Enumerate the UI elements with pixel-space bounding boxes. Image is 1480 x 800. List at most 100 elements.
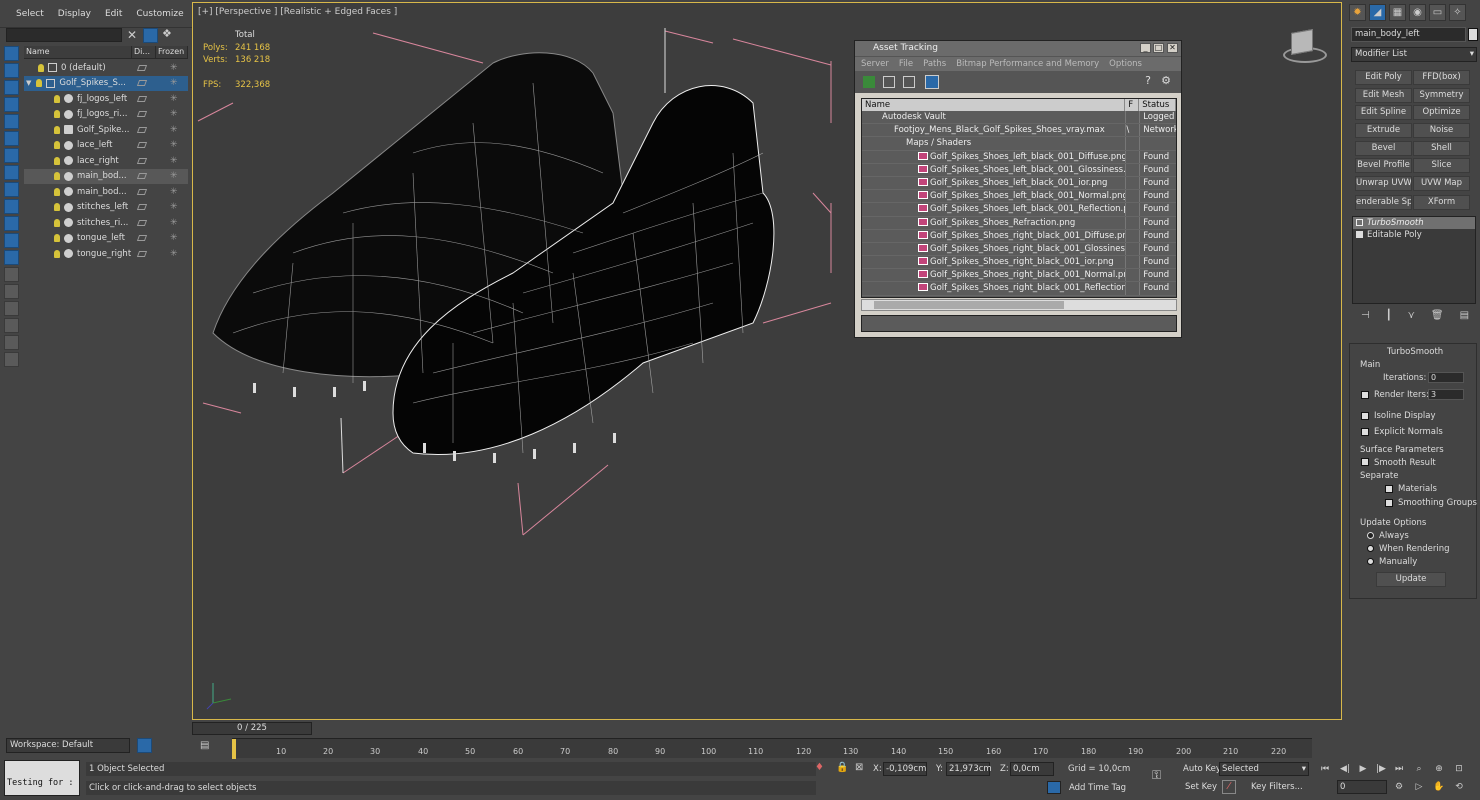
asset-row[interactable]: Golf_Spikes_Shoes_left_black_001_Glossin… (862, 163, 1176, 177)
menu-customize[interactable]: Customize (136, 9, 183, 19)
asset-row[interactable]: Golf_Spikes_Shoes_right_black_001_Normal… (862, 269, 1176, 283)
bevel-button[interactable]: Bevel (1355, 141, 1412, 156)
display-spacewarps-icon[interactable] (4, 148, 19, 163)
asset-row[interactable]: Golf_Spikes_Shoes_right_black_001_ior.pn… (862, 256, 1176, 270)
display-tab-icon[interactable]: ▭ (1429, 4, 1446, 21)
freeze-icon[interactable]: ✳ (170, 218, 178, 228)
menu-select[interactable]: Select (16, 9, 44, 19)
asset-tracking-titlebar[interactable]: Asset Tracking _ □ ✕ (855, 41, 1181, 56)
col-frozen[interactable]: Frozen (156, 46, 188, 58)
modifier-list-dropdown[interactable]: Modifier List ▾ (1351, 47, 1477, 62)
stack-item-editable-poly[interactable]: Editable Poly (1353, 229, 1475, 241)
display-geometry-icon[interactable] (4, 63, 19, 78)
object-name-field[interactable]: main_body_left (1351, 27, 1466, 42)
smoothing-groups-checkbox[interactable] (1385, 499, 1393, 507)
x-coordinate-field[interactable]: -0,109cm (883, 762, 927, 776)
stack-item-turbosmooth[interactable]: TurboSmooth (1353, 217, 1475, 229)
timeline-ruler[interactable]: 10 20 30 40 50 60 70 80 90 100 110 120 1… (232, 738, 1312, 759)
grid-view-icon[interactable] (925, 75, 939, 89)
asset-row[interactable]: Golf_Spikes_Shoes_left_black_001_ior.png… (862, 176, 1176, 191)
turbosmooth-title[interactable]: TurboSmooth (1387, 347, 1443, 357)
auto-key-button[interactable]: Auto Key (1183, 764, 1221, 774)
freeze-icon[interactable]: ✳ (170, 94, 178, 104)
menu-bitmap-performance[interactable]: Bitmap Performance and Memory (956, 57, 1099, 71)
tree-item[interactable]: stitches_ri... ✳ (24, 215, 188, 231)
asset-row[interactable]: Golf_Spikes_Shoes_Refraction.png Found (862, 216, 1176, 230)
previous-frame-icon[interactable]: ◀| (1338, 762, 1352, 776)
unwrap-uvw-button[interactable]: Unwrap UVW (1355, 176, 1412, 191)
pan-icon[interactable]: ✋ (1432, 780, 1446, 794)
menu-display[interactable]: Display (58, 9, 91, 19)
asset-row[interactable]: Golf_Spikes_Shoes_left_black_001_Diffuse… (862, 150, 1176, 164)
scene-search-input[interactable] (6, 28, 122, 42)
key-icon[interactable]: ⚿ (1152, 768, 1161, 783)
configure-sets-icon[interactable]: ▤ (1460, 310, 1469, 326)
table-view-icon[interactable] (903, 76, 915, 88)
xform-button[interactable]: XForm (1413, 195, 1470, 210)
menu-file[interactable]: File (899, 57, 913, 71)
set-key-button[interactable]: Set Key (1185, 782, 1217, 792)
visibility-bulb-icon[interactable] (54, 218, 60, 227)
time-config-icon[interactable]: ⚙ (1392, 780, 1406, 794)
display-helpers-icon[interactable] (4, 131, 19, 146)
maximize-icon[interactable]: □ (1153, 43, 1164, 53)
zoom-extents-icon[interactable]: ⊡ (1452, 762, 1466, 776)
renderable-spline-button[interactable]: enderable Splin (1355, 195, 1412, 210)
freeze-icon[interactable]: ✳ (170, 63, 178, 73)
freeze-icon[interactable]: ✳ (170, 233, 178, 243)
always-radio[interactable] (1367, 532, 1374, 539)
isolate-selection-icon[interactable]: ♦ (815, 762, 824, 773)
close-icon[interactable]: ✕ (1167, 43, 1178, 53)
asset-row[interactable]: Footjoy_Mens_Black_Golf_Spikes_Shoes_vra… (862, 124, 1176, 138)
tree-item[interactable]: tongue_left ✳ (24, 231, 188, 247)
update-button[interactable]: Update (1376, 572, 1446, 587)
symmetry-button[interactable]: Symmetry (1413, 88, 1470, 103)
object-color-swatch[interactable] (1468, 28, 1478, 41)
maxscript-listener[interactable]: Testing for : (4, 760, 80, 796)
filter-icon[interactable] (143, 28, 158, 43)
remove-modifier-icon[interactable]: 🗑 (1431, 310, 1444, 326)
pin-stack-icon[interactable]: ⊣ (1361, 310, 1370, 326)
display-none-icon[interactable] (4, 46, 19, 61)
tree-item[interactable]: lace_right ✳ (24, 153, 188, 169)
filter-funnel-icon[interactable] (4, 318, 19, 333)
asset-row[interactable]: Golf_Spikes_Shoes_left_black_001_Normal.… (862, 190, 1176, 204)
uvw-map-button[interactable]: UVW Map (1413, 176, 1470, 191)
visibility-bulb-icon[interactable] (54, 125, 60, 134)
iterations-spinner[interactable]: 0 (1428, 372, 1464, 383)
edit-poly-button[interactable]: Edit Poly (1355, 70, 1412, 85)
time-marker[interactable] (232, 739, 236, 759)
col-name[interactable]: Name (24, 46, 132, 58)
key-set-dropdown[interactable]: Selected ▾ (1219, 762, 1309, 776)
bevel-profile-button[interactable]: Bevel Profile (1355, 158, 1412, 173)
zoom-icon[interactable]: ⌕ (1412, 762, 1426, 776)
freeze-icon[interactable]: ✳ (170, 125, 178, 135)
visibility-bulb-icon[interactable] (54, 249, 60, 258)
freeze-icon[interactable]: ✳ (170, 109, 178, 119)
select-invert-icon[interactable] (4, 301, 19, 316)
visibility-bulb-icon[interactable] (54, 156, 60, 165)
freeze-icon[interactable]: ✳ (170, 140, 178, 150)
extrude-button[interactable]: Extrude (1355, 123, 1412, 138)
help-icon[interactable]: ? (1145, 74, 1151, 87)
asset-row[interactable]: Golf_Spikes_Shoes_left_black_001_Reflect… (862, 203, 1176, 217)
minimize-icon[interactable]: _ (1140, 43, 1151, 53)
isoline-display-checkbox[interactable] (1361, 412, 1369, 420)
visibility-bulb-icon[interactable] (54, 203, 60, 212)
display-frozen-icon[interactable] (4, 233, 19, 248)
display-cameras-icon[interactable] (4, 114, 19, 129)
menu-options[interactable]: Options (1109, 57, 1142, 71)
create-tab-icon[interactable]: ✹ (1349, 4, 1366, 21)
time-slider[interactable]: 0 / 225 (192, 722, 312, 735)
freeze-icon[interactable]: ✳ (170, 78, 178, 88)
workspace-dropdown[interactable]: Workspace: Default (6, 738, 130, 753)
hierarchy-icon[interactable] (4, 335, 19, 350)
go-to-end-icon[interactable]: ⏭ (1392, 762, 1406, 776)
render-iters-spinner[interactable]: 3 (1428, 389, 1464, 400)
edit-spline-button[interactable]: Edit Spline (1355, 105, 1412, 120)
lightbulb-icon[interactable] (1356, 219, 1363, 226)
freeze-icon[interactable]: ✳ (170, 202, 178, 212)
key-filters-button[interactable]: Key Filters... (1251, 782, 1303, 792)
absolute-mode-icon[interactable]: ⊠ (855, 762, 863, 773)
tree-item[interactable]: fj_logos_left ✳ (24, 91, 188, 107)
